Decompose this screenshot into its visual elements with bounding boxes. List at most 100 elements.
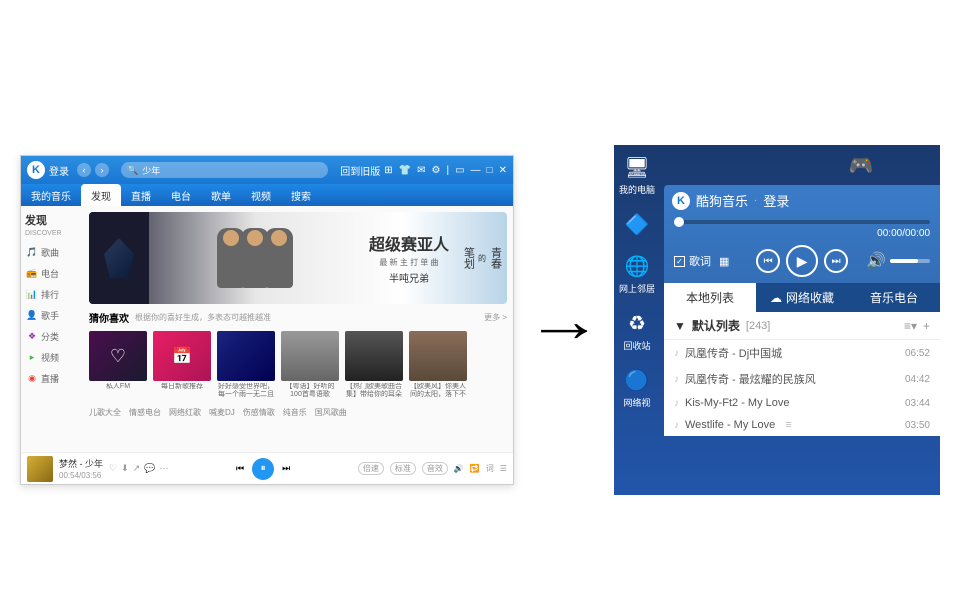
thumb-5[interactable]: 【热门欧美歌曲合集】带给你的耳朵 xyxy=(345,331,403,399)
close-button[interactable]: ✕ xyxy=(499,165,507,176)
progress-bar[interactable] xyxy=(674,220,930,224)
add-icon[interactable]: + xyxy=(923,319,930,333)
tag[interactable]: 网络红歌 xyxy=(169,407,201,418)
tab-discover[interactable]: 发现 xyxy=(81,184,121,206)
maximize-button[interactable]: □ xyxy=(487,165,493,176)
more-icon[interactable]: ⋯ xyxy=(159,463,168,474)
live-icon: ◉ xyxy=(27,374,37,384)
volume-icon[interactable]: 🔊 xyxy=(454,464,464,473)
share-icon[interactable]: ↗ xyxy=(133,463,141,474)
cover-art xyxy=(217,331,275,381)
desktop-with-miniplayer: 🖥我的电脑 🔷 🌐网上邻居 ♻回收站 🔵网络视 🎮 K 酷狗音乐 · 登录 00… xyxy=(614,145,940,495)
playlist-item[interactable]: ♪Kis-My-Ft2 - My Love03:44 xyxy=(664,392,940,414)
download-icon[interactable]: ⬇ xyxy=(121,463,129,474)
queue-icon[interactable]: ≡ xyxy=(785,419,791,431)
tool-icon[interactable]: ⊞ xyxy=(384,165,392,176)
thumb-daily[interactable]: 每日新歌推荐 xyxy=(153,331,211,399)
music-note-icon: 🎵 xyxy=(27,248,37,258)
sidebar-item-video[interactable]: ▸视频 xyxy=(25,348,79,367)
volume-slider[interactable] xyxy=(890,259,930,263)
tab-radio[interactable]: 音乐电台 xyxy=(848,283,940,312)
desktop-icon-recycle[interactable]: ♻回收站 xyxy=(618,309,656,352)
tab-video[interactable]: 视频 xyxy=(241,184,281,206)
sep: | xyxy=(446,165,449,176)
desktop-icon-network[interactable]: 🌐网上邻居 xyxy=(618,252,656,295)
comment-icon[interactable]: 💬 xyxy=(144,463,155,474)
cover-art xyxy=(409,331,467,381)
login-link[interactable]: 登录 xyxy=(763,191,789,210)
sidebar-item-category[interactable]: ❖分类 xyxy=(25,327,79,346)
playlist-item[interactable]: ♪凤凰传奇 - 最炫耀的民族风04:42 xyxy=(664,366,940,392)
next-button[interactable]: ⏭ xyxy=(824,249,848,273)
banner-art-icon xyxy=(104,238,134,278)
thumb-fm[interactable]: 私人FM xyxy=(89,331,147,399)
sidebar-item-rank[interactable]: 📊排行 xyxy=(25,285,79,304)
more-link[interactable]: 更多 > xyxy=(484,312,507,323)
nav-back-button[interactable]: ‹ xyxy=(77,163,91,177)
sidebar-title: 发现 xyxy=(25,212,79,228)
thumb-6[interactable]: 【欧美风】你美人间的太阳，落下不可及 xyxy=(409,331,467,399)
play-pause-button[interactable]: ⏸ xyxy=(252,458,274,480)
tab-radio[interactable]: 电台 xyxy=(161,184,201,206)
thumb-3[interactable]: 好好感受世界吧，每一个雨一无二且闪… xyxy=(217,331,275,399)
sort-icon[interactable]: ≡▾ xyxy=(904,319,917,333)
msg-icon[interactable]: ✉ xyxy=(417,165,425,176)
tag[interactable]: 伤感情歌 xyxy=(243,407,275,418)
user-icon: 👤 xyxy=(27,311,37,321)
tag[interactable]: 喊麦DJ xyxy=(209,407,235,418)
desktop-icon-computer[interactable]: 🖥我的电脑 xyxy=(618,153,656,196)
return-old-button[interactable]: 回到旧版 xyxy=(340,163,380,178)
skin-icon[interactable]: 👕 xyxy=(399,165,411,176)
tab-live[interactable]: 直播 xyxy=(121,184,161,206)
thumb-4[interactable]: 【粤语】好听的100首粤语歌 xyxy=(281,331,339,399)
sidebar-item-live[interactable]: ◉直播 xyxy=(25,369,79,388)
tab-search[interactable]: 搜索 xyxy=(281,184,321,206)
nav-forward-button[interactable]: › xyxy=(95,163,109,177)
tag[interactable]: 国风歌曲 xyxy=(315,407,347,418)
tab-my-music[interactable]: 我的音乐 xyxy=(21,184,81,206)
sidebar-item-artist[interactable]: 👤歌手 xyxy=(25,306,79,325)
search-input[interactable]: 🔍 少年 xyxy=(121,162,328,178)
banner[interactable]: 超级赛亚人 最 新 主 打 单 曲 半吨兄弟 青春的笔划 xyxy=(89,212,507,304)
volume-icon[interactable]: 🔊 xyxy=(866,251,886,271)
playlist-item[interactable]: ♪Westlife - My Love≡03:50 xyxy=(664,414,940,436)
album-art[interactable] xyxy=(27,456,53,482)
minimize-button[interactable]: — xyxy=(471,165,481,176)
kugou-logo-icon: K xyxy=(27,161,45,179)
settings-icon[interactable]: ⚙ xyxy=(432,165,441,176)
playlist-item[interactable]: ♪凤凰传奇 - Dj中国城06:52 xyxy=(664,340,940,366)
tag[interactable]: 儿歌大全 xyxy=(89,407,121,418)
play-button[interactable]: ▶ xyxy=(786,245,818,277)
desktop-icon[interactable]: 🔷 xyxy=(618,210,656,238)
tab-playlist[interactable]: 歌单 xyxy=(201,184,241,206)
sidebar: 发现 DISCOVER 🎵歌曲 📻电台 📊排行 👤歌手 ❖分类 ▸视频 ◉直播 xyxy=(21,206,83,452)
titlebar: K 登录 ‹ › 🔍 少年 回到旧版 ⊞ 👕 ✉ ⚙ | ▭ — □ ✕ xyxy=(21,156,513,184)
login-link[interactable]: 登录 xyxy=(49,163,69,178)
tag[interactable]: 情感电台 xyxy=(129,407,161,418)
tab-cloud[interactable]: ☁网络收藏 xyxy=(756,283,848,312)
collapse-icon[interactable]: ▼ xyxy=(674,319,686,333)
next-button[interactable]: ⏭ xyxy=(282,463,290,474)
progress-handle[interactable] xyxy=(674,217,684,227)
effect-button[interactable]: 音效 xyxy=(422,462,448,475)
speed-button[interactable]: 倍速 xyxy=(358,462,384,475)
kugou-mini-player: K 酷狗音乐 · 登录 00:00/00:00 ✓ 歌词 ▦ ⏮ ▶ ⏭ xyxy=(664,185,940,436)
desktop-icon-nettv[interactable]: 🔵网络视 xyxy=(618,366,656,409)
mini-icon[interactable]: ▭ xyxy=(455,165,464,176)
lyric-toggle[interactable]: 词 xyxy=(486,463,494,474)
eq-icon[interactable]: ▦ xyxy=(719,255,729,268)
desktop-icon-game[interactable]: 🎮 xyxy=(842,151,880,179)
sidebar-item-radio[interactable]: 📻电台 xyxy=(25,264,79,283)
tag[interactable]: 纯音乐 xyxy=(283,407,307,418)
lyric-checkbox[interactable]: ✓ xyxy=(674,256,685,267)
prev-button[interactable]: ⏮ xyxy=(236,463,244,474)
category-icon: ❖ xyxy=(27,332,37,342)
like-icon[interactable]: ♡ xyxy=(109,463,117,474)
loop-icon[interactable]: 🔁 xyxy=(470,464,480,473)
tab-local[interactable]: 本地列表 xyxy=(664,283,756,312)
playlist: ▼ 默认列表 [243] ≡▾ + ♪凤凰传奇 - Dj中国城06:52 ♪凤凰… xyxy=(664,312,940,436)
quality-button[interactable]: 标准 xyxy=(390,462,416,475)
sidebar-item-songs[interactable]: 🎵歌曲 xyxy=(25,243,79,262)
queue-icon[interactable]: ☰ xyxy=(500,464,507,473)
prev-button[interactable]: ⏮ xyxy=(756,249,780,273)
